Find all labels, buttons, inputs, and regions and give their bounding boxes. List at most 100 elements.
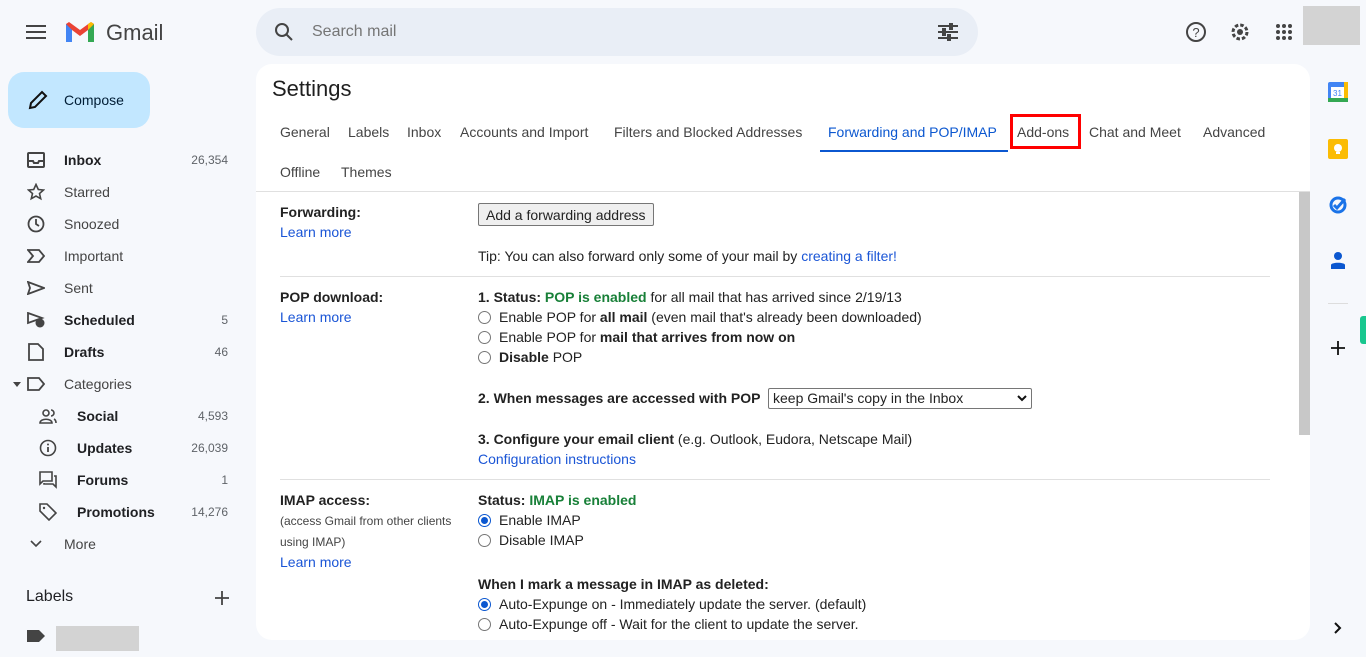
sidebar-item-updates[interactable]: Updates 26,039	[0, 432, 248, 464]
tab-add-ons[interactable]: Add-ons	[1017, 124, 1069, 140]
sidebar-item-social[interactable]: Social 4,593	[0, 400, 248, 432]
important-icon	[26, 246, 46, 266]
scheduled-send-icon	[26, 310, 46, 330]
apps-grid-icon[interactable]	[1272, 20, 1296, 44]
status-prefix: 1. Status:	[478, 289, 545, 305]
label-icon	[26, 374, 46, 394]
imap-deleted-heading: When I mark a message in IMAP as deleted…	[478, 576, 769, 592]
svg-text:?: ?	[1192, 25, 1199, 40]
sidebar-item-label: Scheduled	[64, 312, 135, 328]
pop-access-select[interactable]: keep Gmail's copy in the Inbox	[768, 388, 1032, 409]
sidebar-item-sent[interactable]: Sent	[0, 272, 248, 304]
disable-imap-radio[interactable]	[478, 534, 491, 547]
sidebar-item-count: 5	[221, 313, 228, 327]
sidebar-item-important[interactable]: Important	[0, 240, 248, 272]
pop-disable-radio[interactable]	[478, 351, 491, 364]
settings-gear-icon[interactable]	[1228, 20, 1252, 44]
auto-expunge-on-radio[interactable]	[478, 598, 491, 611]
sidebar-item-snoozed[interactable]: Snoozed	[0, 208, 248, 240]
sidebar-item-label: Categories	[64, 376, 132, 392]
tab-general[interactable]: General	[280, 124, 330, 140]
get-addons-plus-icon[interactable]	[1328, 338, 1348, 358]
sidebar-item-label: Social	[77, 408, 119, 424]
pop-all-mail-radio[interactable]	[478, 311, 491, 324]
label-item-redacted[interactable]	[56, 626, 139, 651]
sidebar-item-forums[interactable]: Forums 1	[0, 464, 248, 496]
gmail-logo-icon[interactable]	[64, 20, 96, 44]
sidebar-item-drafts[interactable]: Drafts 46	[0, 336, 248, 368]
pop-all-mail-label[interactable]: Enable POP for all mail (even mail that'…	[499, 309, 922, 325]
main-menu-icon[interactable]	[24, 20, 48, 44]
add-label-icon[interactable]	[212, 588, 232, 608]
tab-accounts-and-import[interactable]: Accounts and Import	[460, 124, 588, 140]
pop-status-value: POP is enabled	[544, 289, 647, 305]
sidebar-item-label: Inbox	[64, 152, 102, 168]
search-input[interactable]	[312, 20, 872, 44]
tab-inbox[interactable]: Inbox	[407, 124, 441, 140]
account-avatar[interactable]	[1303, 6, 1360, 45]
imap-desc-line2: using IMAP)	[280, 535, 346, 549]
tabs-divider	[256, 191, 1310, 192]
sidebar-item-promotions[interactable]: Promotions 14,276	[0, 496, 248, 528]
creating-filter-link[interactable]: creating a filter!	[801, 248, 897, 264]
forwarding-learn-more-link[interactable]: Learn more	[280, 224, 352, 240]
tasks-icon[interactable]	[1326, 192, 1350, 216]
scrollbar[interactable]	[1299, 192, 1310, 435]
tab-chat-and-meet[interactable]: Chat and Meet	[1089, 124, 1181, 140]
draft-icon	[26, 342, 46, 362]
search-bar[interactable]	[256, 8, 978, 56]
tab-themes[interactable]: Themes	[341, 164, 392, 180]
tab-labels[interactable]: Labels	[348, 124, 389, 140]
sidebar-item-label: Sent	[64, 280, 93, 296]
sidebar-item-label: Important	[64, 248, 124, 264]
sidebar-item-scheduled[interactable]: Scheduled 5	[0, 304, 248, 336]
chevron-down-icon	[26, 534, 46, 554]
search-icon[interactable]	[272, 20, 296, 44]
show-side-panel-chevron-icon[interactable]	[1330, 620, 1346, 636]
tab-offline[interactable]: Offline	[280, 164, 320, 180]
forwarding-label: Forwarding:	[280, 204, 361, 220]
pop-disable-label[interactable]: Disable POP	[499, 349, 582, 365]
help-icon[interactable]: ?	[1184, 20, 1208, 44]
sidebar-item-categories[interactable]: Categories	[0, 368, 248, 400]
pop-from-now-radio[interactable]	[478, 331, 491, 344]
sidebar-item-label: More	[64, 536, 96, 552]
sidebar-item-label: Forums	[77, 472, 129, 488]
active-tab-underline	[820, 150, 1008, 152]
disable-imap-label[interactable]: Disable IMAP	[499, 532, 584, 548]
sidebar-item-inbox[interactable]: Inbox 26,354	[0, 144, 248, 176]
caret-down-icon[interactable]	[13, 381, 21, 387]
labels-heading: Labels	[26, 588, 74, 605]
send-icon	[26, 278, 46, 298]
sidebar-item-starred[interactable]: Starred	[0, 176, 248, 208]
imap-learn-more-link[interactable]: Learn more	[280, 554, 352, 570]
keep-icon[interactable]	[1326, 137, 1350, 161]
sidebar-item-count: 4,593	[197, 409, 228, 423]
auto-expunge-on-label[interactable]: Auto-Expunge on - Immediately update the…	[499, 596, 866, 612]
sidebar-item-more[interactable]: More	[0, 528, 248, 560]
enable-imap-label[interactable]: Enable IMAP	[499, 512, 581, 528]
section-divider	[280, 479, 1270, 480]
tab-filters-and-blocked-addresses[interactable]: Filters and Blocked Addresses	[614, 124, 802, 140]
sidebar-item-count: 1	[221, 473, 228, 487]
contacts-icon[interactable]	[1326, 248, 1350, 272]
enable-imap-radio[interactable]	[478, 514, 491, 527]
auto-expunge-off-label[interactable]: Auto-Expunge off - Wait for the client t…	[499, 616, 859, 632]
pencil-icon	[26, 88, 50, 112]
tab-forwarding-and-pop-imap[interactable]: Forwarding and POP/IMAP	[828, 124, 997, 140]
pop-access-value: keep Gmail's copy in the Inbox	[773, 390, 964, 406]
tab-advanced[interactable]: Advanced	[1203, 124, 1265, 140]
clock-icon	[26, 214, 46, 234]
compose-button[interactable]: Compose	[8, 72, 150, 128]
configuration-instructions-link[interactable]: Configuration instructions	[478, 451, 636, 467]
pop-learn-more-link[interactable]: Learn more	[280, 309, 352, 325]
svg-text:31: 31	[1333, 89, 1342, 98]
calendar-icon[interactable]: 31	[1326, 80, 1350, 104]
search-options-icon[interactable]	[936, 20, 960, 44]
pop-from-now-label[interactable]: Enable POP for mail that arrives from no…	[499, 329, 795, 345]
add-forwarding-address-button[interactable]: Add a forwarding address	[478, 203, 654, 226]
auto-expunge-off-radio[interactable]	[478, 618, 491, 631]
forum-icon	[38, 470, 58, 490]
imap-desc-line1: (access Gmail from other clients	[280, 514, 452, 528]
pop-download-label: POP download:	[280, 289, 384, 305]
